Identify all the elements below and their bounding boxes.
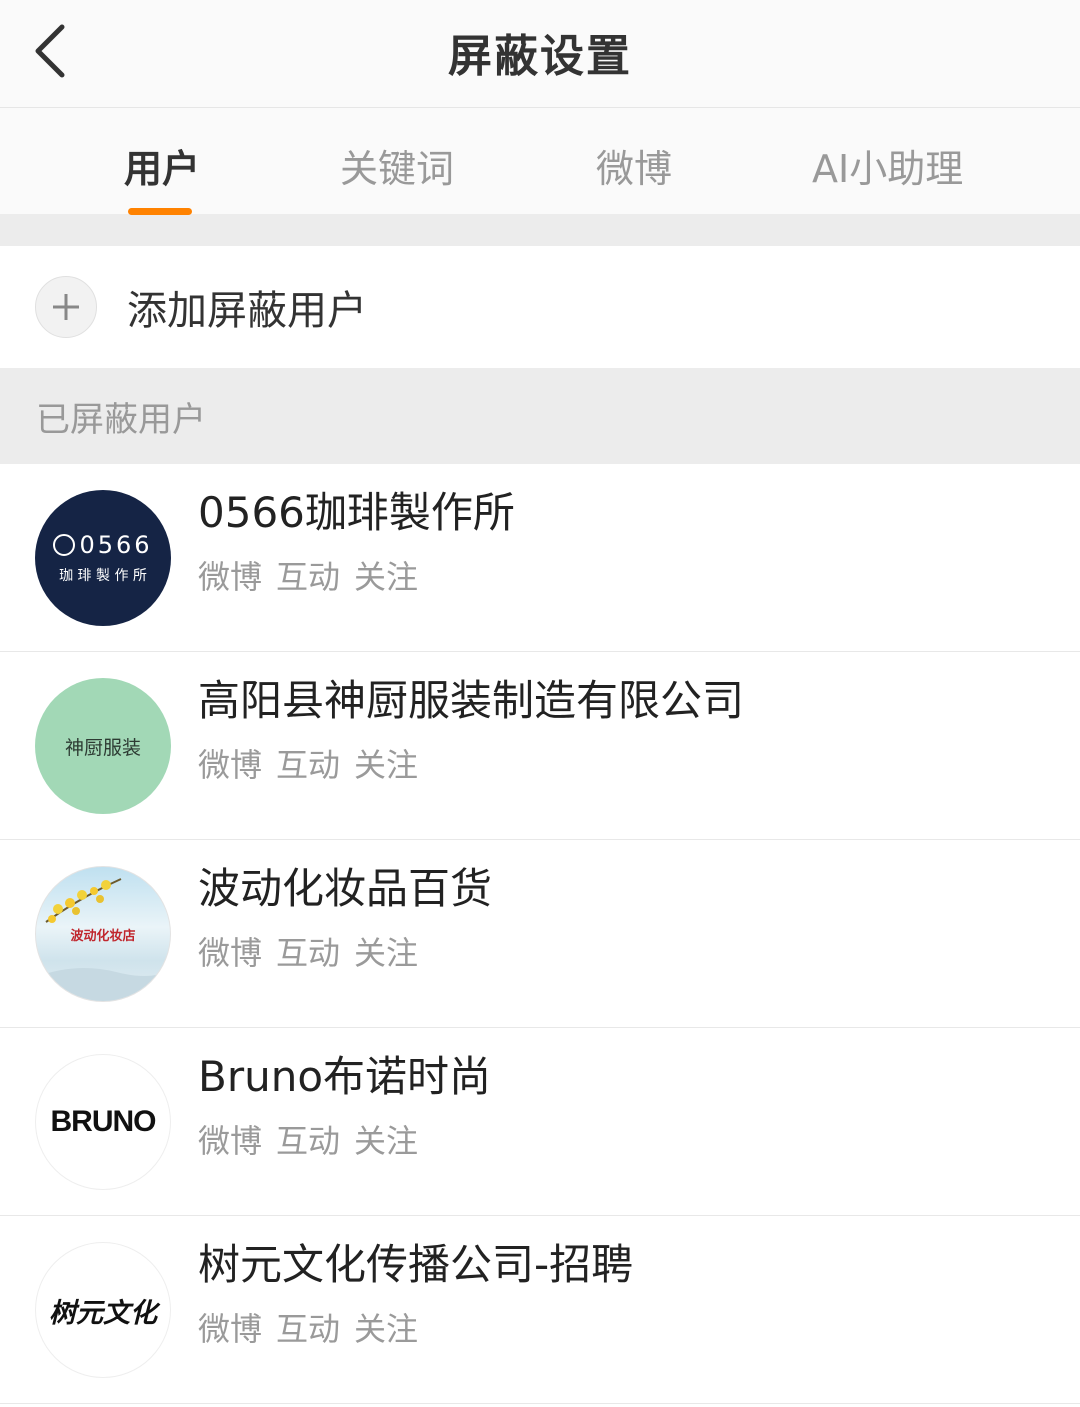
block-scope-tags: 微博 互动 关注 (198, 1304, 633, 1350)
avatar-logo-text: BRUNO (50, 1105, 157, 1138)
tab-ai-assistant[interactable]: AI小助理 (812, 138, 963, 193)
blocked-users-section-title: 已屏蔽用户 (0, 368, 1080, 464)
tag-follow: 关注 (354, 746, 419, 785)
tag-weibo: 微博 (198, 1310, 263, 1349)
blocked-user-row[interactable]: 波动化妆店 波动化妆品百货 微博 互动 关注 (0, 840, 1080, 1028)
tag-interaction: 互动 (276, 558, 341, 597)
blocked-user-row[interactable]: 0566 珈 琲 製 作 所 0566珈琲製作所 微博 互动 关注 (0, 464, 1080, 652)
user-name: Bruno布诺时尚 (198, 1052, 492, 1101)
user-name: 树元文化传播公司-招聘 (198, 1240, 634, 1289)
tab-weibo[interactable]: 微博 (596, 138, 672, 193)
user-name: 波动化妆品百货 (198, 864, 493, 913)
tag-interaction: 互动 (276, 934, 341, 973)
avatar: 0566 珈 琲 製 作 所 (35, 490, 171, 626)
avatar: 神厨服装 (35, 678, 171, 814)
user-name: 高阳县神厨服装制造有限公司 (198, 676, 745, 725)
add-blocked-user-button[interactable]: 添加屏蔽用户 (0, 246, 1080, 368)
block-scope-tags: 微博 互动 关注 (198, 1116, 491, 1162)
active-tab-indicator (128, 208, 192, 215)
tag-interaction: 互动 (276, 746, 341, 785)
user-name: 0566珈琲製作所 (198, 488, 515, 537)
avatar-logo-text: 树元文化 (49, 1297, 157, 1329)
block-scope-tags: 微博 互动 关注 (198, 552, 515, 598)
add-blocked-user-label: 添加屏蔽用户 (127, 288, 367, 334)
tab-users[interactable]: 用户 (124, 138, 200, 193)
plus-icon (35, 276, 97, 338)
tag-weibo: 微博 (198, 1122, 263, 1161)
avatar: 波动化妆店 (35, 866, 171, 1002)
blocked-user-row[interactable]: 神厨服装 高阳县神厨服装制造有限公司 微博 互动 关注 (0, 652, 1080, 840)
blocked-user-row[interactable]: 树元文化 树元文化传播公司-招聘 微博 互动 关注 (0, 1216, 1080, 1404)
tag-follow: 关注 (354, 1122, 419, 1161)
blocked-user-row[interactable]: BRUNO Bruno布诺时尚 微博 互动 关注 (0, 1028, 1080, 1216)
avatar: BRUNO (35, 1054, 171, 1190)
avatar-logo-text: 神厨服装 (64, 736, 141, 759)
tag-follow: 关注 (354, 934, 419, 973)
tag-weibo: 微博 (198, 558, 263, 597)
avatar-logo-number: 0566 (79, 531, 153, 559)
tab-keywords[interactable]: 关键词 (340, 138, 454, 193)
tag-interaction: 互动 (276, 1310, 341, 1349)
tag-interaction: 互动 (276, 1122, 341, 1161)
avatar: 树元文化 (35, 1242, 171, 1378)
tag-weibo: 微博 (198, 934, 263, 973)
avatar-logo-text: 珈 琲 製 作 所 (59, 568, 147, 584)
tag-follow: 关注 (354, 558, 419, 597)
block-scope-tags: 微博 互动 关注 (198, 740, 744, 786)
page-title: 屏蔽设置 (448, 31, 632, 82)
tag-weibo: 微博 (198, 746, 263, 785)
top-bar: 屏蔽设置 (0, 0, 1080, 108)
tag-follow: 关注 (354, 1310, 419, 1349)
avatar-logo-text: 波动化妆店 (70, 928, 136, 944)
divider-gap (0, 214, 1080, 246)
tab-bar: 用户 关键词 微博 AI小助理 (0, 108, 1080, 214)
block-scope-tags: 微博 互动 关注 (198, 928, 492, 974)
